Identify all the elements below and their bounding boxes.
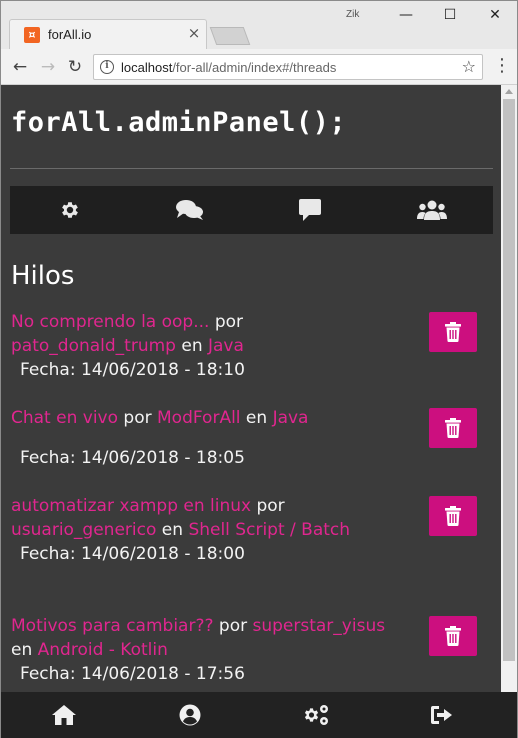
tab-close-icon[interactable]: ×: [186, 25, 202, 41]
thread-author-link[interactable]: pato_donald_trump: [11, 336, 176, 356]
thread-title-link[interactable]: Chat en vivo: [11, 408, 118, 428]
nav-settings[interactable]: [10, 186, 130, 234]
thread-item: Chat en vivo por ModForAll en Java Fecha…: [11, 406, 491, 470]
browser-window: ¤ forAll.io × Zik — ☐ ✕ ← → ↻ i localhos…: [0, 0, 518, 738]
thread-by-label: por: [256, 496, 285, 516]
bottom-nav-logout[interactable]: [379, 692, 505, 738]
thread-in-label: en: [181, 336, 203, 356]
thread-item: No comprendo la oop... por pato_donald_t…: [11, 310, 491, 382]
trash-icon: [445, 506, 461, 526]
browser-menu-icon[interactable]: ⋮: [493, 55, 511, 77]
thread-in-label: en: [245, 408, 268, 428]
nav-messages[interactable]: [250, 186, 370, 234]
gear-icon: [62, 202, 78, 218]
tab-strip: ¤ forAll.io × Zik — ☐ ✕: [1, 1, 517, 49]
address-bar[interactable]: i localhost/for-all/admin/index#/threads…: [93, 54, 483, 80]
delete-thread-button[interactable]: [429, 616, 477, 656]
page-title: forAll.adminPanel();: [11, 107, 347, 138]
favicon-icon: ¤: [24, 27, 40, 43]
scroll-thumb[interactable]: [503, 99, 515, 661]
thread-author-link[interactable]: usuario_generico: [11, 520, 156, 540]
thread-category-link[interactable]: Shell Script / Batch: [188, 520, 350, 540]
page-scrollbar[interactable]: [501, 85, 517, 692]
thread-in-label: en: [11, 640, 33, 660]
trash-icon: [445, 418, 461, 438]
delete-thread-button[interactable]: [429, 312, 477, 352]
thread-category-link[interactable]: Java: [273, 408, 309, 428]
url-path: /for-all/admin/index#/threads: [172, 60, 337, 75]
thread-category-link[interactable]: Android - Kotlin: [38, 640, 168, 660]
thread-by-label: por: [218, 616, 248, 636]
delete-thread-button[interactable]: [429, 408, 477, 448]
thread-title-link[interactable]: Motivos para cambiar??: [11, 616, 214, 636]
comment-icon: [299, 199, 321, 221]
thread-item: automatizar xampp en linux por usuario_g…: [11, 494, 491, 566]
thread-info: No comprendo la oop... por pato_donald_t…: [11, 310, 391, 358]
user-circle-icon: [179, 704, 201, 726]
thread-by-label: por: [214, 312, 244, 332]
scroll-up-arrow-icon[interactable]: [505, 89, 513, 94]
nav-users[interactable]: [372, 186, 492, 234]
thread-date: Fecha: 14/06/2018 - 18:05: [20, 448, 245, 468]
comments-icon: [176, 200, 203, 220]
thread-by-label: por: [123, 408, 152, 428]
bottom-nav-home[interactable]: [1, 692, 127, 738]
users-icon: [417, 200, 447, 220]
trash-icon: [445, 322, 461, 342]
maximize-button[interactable]: ☐: [438, 5, 462, 25]
title-divider: [10, 168, 493, 169]
thread-in-label: en: [161, 520, 184, 540]
bookmark-star-icon[interactable]: ☆: [462, 57, 476, 76]
nav-threads[interactable]: [130, 186, 250, 234]
browser-tab[interactable]: ¤ forAll.io ×: [9, 19, 207, 49]
thread-date: Fecha: 14/06/2018 - 17:56: [20, 664, 245, 684]
new-tab-button[interactable]: [209, 27, 251, 45]
reload-button[interactable]: ↻: [64, 56, 86, 78]
forward-button[interactable]: →: [37, 56, 59, 78]
url-text: localhost/for-all/admin/index#/threads: [121, 60, 336, 75]
section-title: Hilos: [11, 261, 75, 291]
thread-author-link[interactable]: superstar_yisus: [253, 616, 386, 636]
thread-info: Motivos para cambiar?? por superstar_yis…: [11, 614, 391, 662]
thread-category-link[interactable]: Java: [208, 336, 244, 356]
tab-title: forAll.io: [48, 27, 92, 42]
browser-toolbar: ← → ↻ i localhost/for-all/admin/index#/t…: [1, 49, 517, 85]
thread-info: automatizar xampp en linux por usuario_g…: [11, 494, 391, 542]
admin-nav: [10, 186, 493, 234]
thread-title-link[interactable]: No comprendo la oop...: [11, 312, 209, 332]
sign-out-icon: [431, 706, 452, 724]
cogs-icon: [304, 705, 328, 725]
bottom-nav: [1, 692, 517, 738]
thread-author-link[interactable]: ModForAll: [157, 408, 241, 428]
page-viewport: forAll.adminPanel(); Hilos No comprendo …: [1, 85, 501, 692]
trash-icon: [445, 626, 461, 646]
bottom-nav-profile[interactable]: [127, 692, 253, 738]
delete-thread-button[interactable]: [429, 496, 477, 536]
url-host: localhost: [121, 60, 173, 75]
thread-date: Fecha: 14/06/2018 - 18:00: [20, 544, 245, 564]
back-button[interactable]: ←: [9, 56, 31, 78]
bottom-nav-settings[interactable]: [253, 692, 379, 738]
info-icon[interactable]: i: [100, 60, 114, 74]
thread-date: Fecha: 14/06/2018 - 18:10: [20, 360, 245, 380]
close-window-button[interactable]: ✕: [483, 5, 507, 25]
home-icon: [52, 705, 76, 725]
thread-info: Chat en vivo por ModForAll en Java: [11, 406, 391, 446]
thread-item: Motivos para cambiar?? por superstar_yis…: [11, 614, 491, 686]
window-user-label: Zik: [346, 9, 360, 20]
thread-title-link[interactable]: automatizar xampp en linux: [11, 496, 251, 516]
minimize-button[interactable]: —: [394, 5, 418, 25]
